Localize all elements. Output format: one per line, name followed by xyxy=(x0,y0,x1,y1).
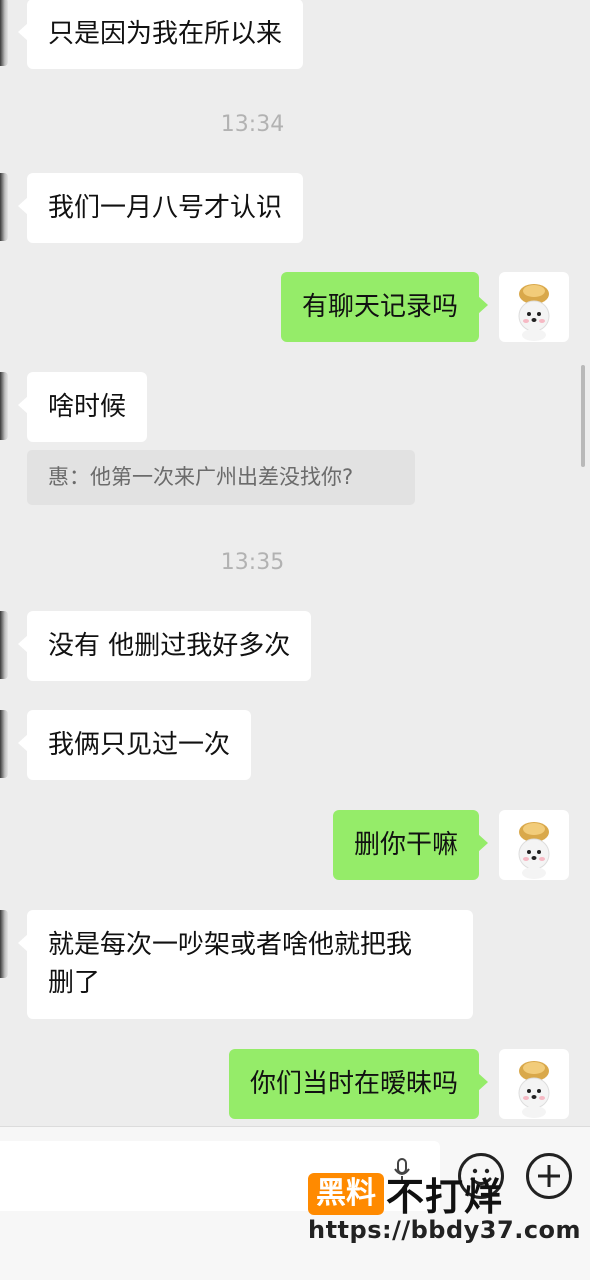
contact-avatar[interactable] xyxy=(0,173,8,241)
contact-avatar[interactable] xyxy=(0,611,8,679)
received-message[interactable]: 啥时候 xyxy=(17,372,148,442)
watermark-brand-orange: 黑料 xyxy=(308,1172,384,1215)
my-avatar[interactable] xyxy=(499,272,569,342)
plus-circle-icon xyxy=(538,1165,560,1187)
sent-message[interactable]: 你们当时在暧昧吗 xyxy=(228,1049,489,1119)
received-message[interactable]: 我俩只见过一次 xyxy=(17,710,252,780)
dog-avatar-icon xyxy=(518,1061,550,1118)
quoted-message[interactable]: 惠：他第一次来广州出差没找你? xyxy=(27,450,415,505)
timestamp: 13:35 xyxy=(220,550,285,575)
sent-message[interactable]: 有聊天记录吗 xyxy=(280,272,489,342)
watermark-url: https://bbdy37.com xyxy=(308,1216,582,1244)
scrollbar[interactable] xyxy=(581,365,585,467)
watermark-logo: 黑料 不打烊 xyxy=(308,1166,503,1221)
more-button[interactable] xyxy=(526,1153,572,1199)
contact-avatar[interactable] xyxy=(0,372,8,440)
my-avatar[interactable] xyxy=(499,810,569,880)
received-message[interactable]: 我们一月八号才认识 xyxy=(17,173,304,243)
watermark-brand-black: 不打烊 xyxy=(386,1175,504,1219)
sent-message[interactable]: 删你干嘛 xyxy=(332,810,489,880)
received-message[interactable]: 没有 他删过我好多次 xyxy=(17,611,312,681)
dog-avatar-icon xyxy=(518,284,550,341)
contact-avatar[interactable] xyxy=(0,910,8,978)
my-avatar[interactable] xyxy=(499,1049,569,1119)
contact-avatar[interactable] xyxy=(0,0,8,66)
chat-screen: 只是因为我在所以来 13:34 我们一月八号才认识 有聊天记录吗 啥时候 惠：他… xyxy=(0,0,590,1280)
received-message[interactable]: 只是因为我在所以来 xyxy=(17,0,304,69)
dog-avatar-icon xyxy=(518,822,550,879)
received-message[interactable]: 就是每次一吵架或者啥他就把我 删了 xyxy=(18,910,473,1019)
contact-avatar[interactable] xyxy=(0,710,8,778)
timestamp: 13:34 xyxy=(220,112,285,137)
